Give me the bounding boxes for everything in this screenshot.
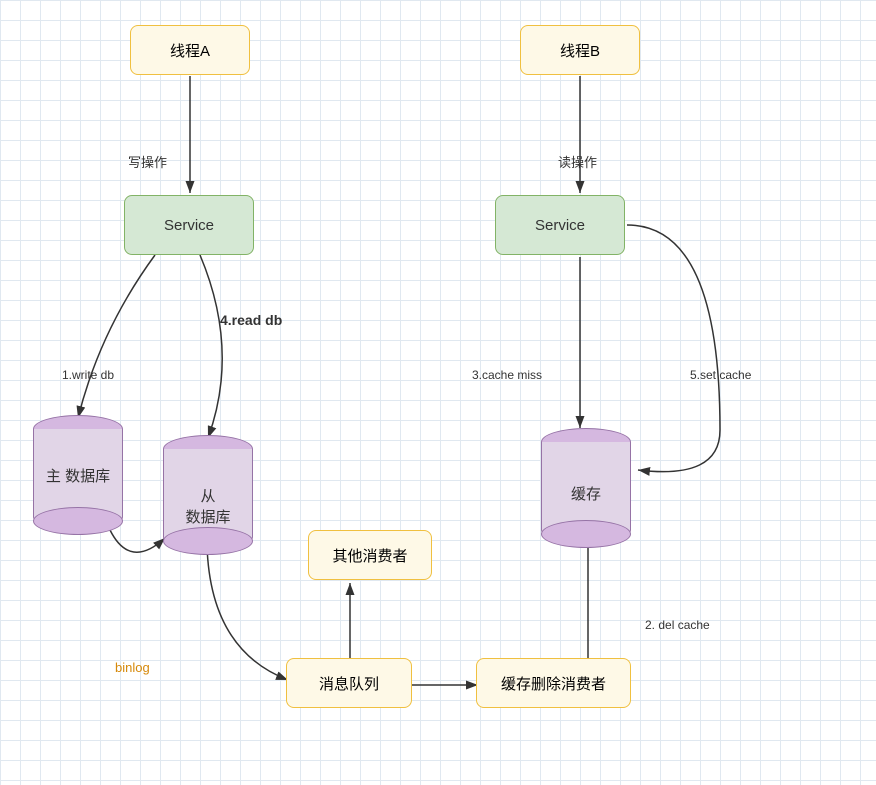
cache-delete-consumer-node: 缓存删除消费者 bbox=[476, 658, 631, 708]
other-consumer-node: 其他消费者 bbox=[308, 530, 432, 580]
binlog-label: binlog bbox=[115, 660, 150, 675]
service-b-node: Service bbox=[495, 195, 625, 255]
service-b-label: Service bbox=[535, 217, 585, 234]
service-a-label: Service bbox=[164, 217, 214, 234]
thread-b-label: 线程B bbox=[560, 40, 600, 61]
thread-a-label: 线程A bbox=[170, 40, 210, 61]
write-op-label: 写操作 bbox=[128, 152, 167, 171]
set-cache-label: 5.set cache bbox=[690, 368, 751, 382]
service-a-node: Service bbox=[124, 195, 254, 255]
read-db-label: 4.read db bbox=[220, 312, 282, 328]
master-db-label: 主 数据库 bbox=[28, 465, 128, 486]
cache-delete-consumer-label: 缓存删除消费者 bbox=[501, 673, 606, 694]
message-queue-label: 消息队列 bbox=[319, 673, 379, 694]
master-db-cylinder: 主 数据库 bbox=[28, 415, 128, 535]
cache-cylinder: 缓存 bbox=[536, 428, 636, 548]
slave-db-label: 从数据库 bbox=[158, 485, 258, 527]
thread-b-node: 线程B bbox=[520, 25, 640, 75]
cache-label: 缓存 bbox=[536, 483, 636, 504]
other-consumer-label: 其他消费者 bbox=[332, 545, 407, 566]
thread-a-node: 线程A bbox=[130, 25, 250, 75]
del-cache-label: 2. del cache bbox=[645, 618, 710, 632]
cache-miss-label: 3.cache miss bbox=[472, 368, 542, 382]
read-op-label: 读操作 bbox=[558, 152, 597, 171]
message-queue-node: 消息队列 bbox=[286, 658, 412, 708]
write-db-label: 1.write db bbox=[62, 368, 114, 382]
diagram-canvas: 线程A 线程B Service Service 主 数据库 从数据库 bbox=[0, 0, 876, 785]
slave-db-cylinder: 从数据库 bbox=[158, 435, 258, 555]
